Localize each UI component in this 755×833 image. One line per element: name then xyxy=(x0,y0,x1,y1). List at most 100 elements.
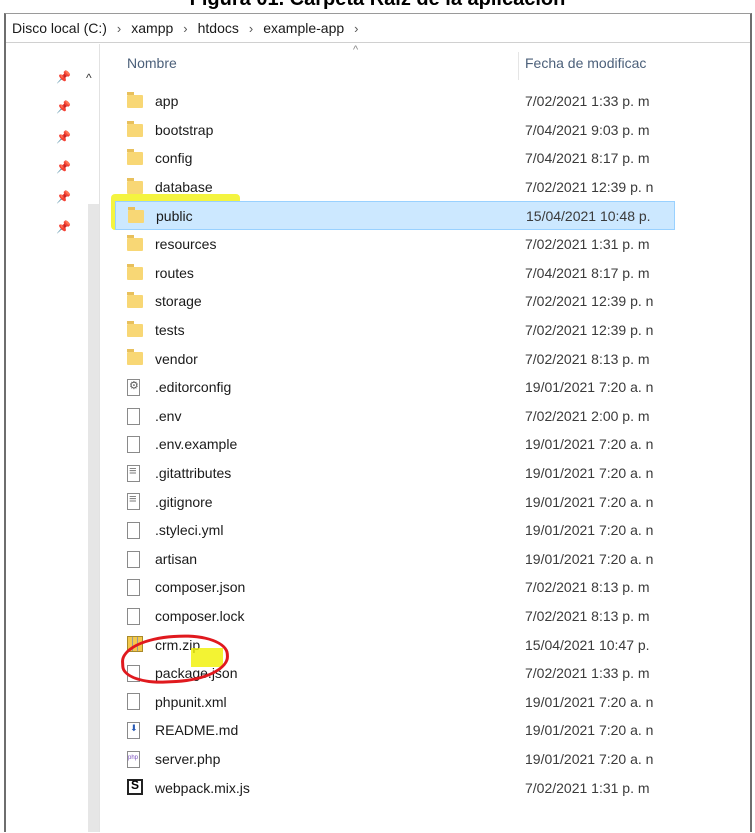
file-icon xyxy=(127,693,140,711)
file-row[interactable]: .env.example 19/01/2021 7:20 a. n xyxy=(115,430,675,459)
file-date: 7/02/2021 1:33 p. m xyxy=(525,665,650,682)
chevron-right-icon[interactable]: › xyxy=(348,21,364,36)
file-row[interactable]: phpunit.xml 19/01/2021 7:20 a. n xyxy=(115,687,675,716)
pin-icon[interactable]: 📌 xyxy=(56,220,71,234)
file-name: bootstrap xyxy=(155,121,214,138)
file-date: 19/01/2021 7:20 a. n xyxy=(525,522,654,539)
file-name: routes xyxy=(155,264,194,281)
file-row[interactable]: public 15/04/2021 10:48 p. xyxy=(115,201,675,230)
gear-file-icon xyxy=(127,378,140,396)
file-row[interactable]: config 7/04/2021 8:17 p. m xyxy=(115,144,675,173)
file-row[interactable]: README.md 19/01/2021 7:20 a. n xyxy=(115,716,675,745)
folder-icon xyxy=(127,92,143,108)
pin-icon[interactable]: 📌 xyxy=(56,160,71,174)
file-date: 19/01/2021 7:20 a. n xyxy=(525,550,654,567)
file-date: 19/01/2021 7:20 a. n xyxy=(525,493,654,510)
folder-icon xyxy=(127,120,143,137)
file-date: 19/01/2021 7:20 a. n xyxy=(525,379,654,396)
file-name: phpunit.xml xyxy=(155,693,227,710)
breadcrumb-example-app[interactable]: example-app xyxy=(259,20,348,36)
file-date: 19/01/2021 7:20 a. n xyxy=(525,465,654,482)
js-file-icon xyxy=(127,778,143,796)
file-row[interactable]: artisan 19/01/2021 7:20 a. n xyxy=(115,545,675,574)
file-name: public xyxy=(156,207,193,224)
file-icon xyxy=(127,436,140,454)
file-row[interactable]: webpack.mix.js 7/02/2021 1:31 p. m xyxy=(115,773,675,802)
file-date: 7/04/2021 9:03 p. m xyxy=(525,121,650,138)
file-row[interactable]: bootstrap 7/04/2021 9:03 p. m xyxy=(115,116,675,145)
file-date: 7/02/2021 12:39 p. n xyxy=(525,179,654,196)
yml-file-icon xyxy=(127,521,140,539)
file-date: 19/01/2021 7:20 a. n xyxy=(525,436,654,453)
folder-icon xyxy=(127,149,143,166)
chevron-right-icon: › xyxy=(248,20,254,36)
pin-icon[interactable]: 📌 xyxy=(56,100,71,114)
file-date: 19/01/2021 7:20 a. n xyxy=(525,722,654,739)
navigation-pane: ^ 📌 📌 📌 📌 📌 📌 xyxy=(6,44,100,832)
folder-icon xyxy=(127,292,143,309)
markdown-file-icon xyxy=(127,722,140,740)
file-row[interactable]: .gitattributes 19/01/2021 7:20 a. n xyxy=(115,459,675,488)
file-row[interactable]: app 7/02/2021 1:33 p. m xyxy=(115,87,675,116)
chevron-right-icon: › xyxy=(183,20,188,36)
file-row[interactable]: .editorconfig 19/01/2021 7:20 a. n xyxy=(115,373,675,402)
file-list: app 7/02/2021 1:33 p. m bootstrap 7/04/2021… xyxy=(115,87,675,802)
file-name: README.md xyxy=(155,722,239,739)
folder-icon xyxy=(127,234,143,251)
file-date: 19/01/2021 7:20 a. n xyxy=(525,750,654,767)
file-row[interactable]: tests 7/02/2021 12:39 p. n xyxy=(115,316,675,345)
text-file-icon xyxy=(127,491,140,511)
file-row[interactable]: composer.json 7/02/2021 8:13 p. m xyxy=(115,573,675,602)
file-row[interactable]: .styleci.yml 19/01/2021 7:20 a. n xyxy=(115,516,675,545)
file-icon xyxy=(127,550,140,568)
column-divider[interactable] xyxy=(518,52,519,80)
file-name: artisan xyxy=(155,550,198,567)
file-name: composer.lock xyxy=(155,607,245,624)
folder-icon xyxy=(127,349,143,366)
file-row[interactable]: database 7/02/2021 12:39 p. n xyxy=(115,173,675,202)
chevron-right-icon: › xyxy=(116,20,122,36)
pin-icon[interactable]: 📌 xyxy=(56,130,71,144)
file-name: webpack.mix.js xyxy=(155,779,250,796)
file-name: storage xyxy=(155,293,202,310)
file-name: server.php xyxy=(155,750,221,767)
file-name: vendor xyxy=(155,350,198,367)
file-name: .editorconfig xyxy=(155,379,232,396)
scroll-up-icon[interactable]: ^ xyxy=(86,71,92,85)
folder-icon xyxy=(127,320,143,337)
file-row[interactable]: routes 7/04/2021 8:17 p. m xyxy=(115,259,675,288)
breadcrumb-xampp[interactable]: xampp xyxy=(127,20,177,36)
file-date: 19/01/2021 7:20 a. n xyxy=(525,693,654,710)
file-date: 7/04/2021 8:17 p. m xyxy=(525,264,650,281)
file-name: .env.example xyxy=(155,436,238,453)
file-row[interactable]: resources 7/02/2021 1:31 p. m xyxy=(115,230,675,259)
file-row[interactable]: .env 7/02/2021 2:00 p. m xyxy=(115,402,675,431)
file-date: 7/02/2021 1:31 p. m xyxy=(525,779,650,796)
breadcrumb-htdocs[interactable]: htdocs xyxy=(194,20,243,36)
file-row[interactable]: storage 7/02/2021 12:39 p. n xyxy=(115,287,675,316)
column-name-header[interactable]: Nombre xyxy=(127,55,177,71)
address-bar[interactable]: Disco local (C:) › xampp › htdocs › exam… xyxy=(6,14,750,43)
file-icon xyxy=(127,607,140,625)
file-date: 7/02/2021 2:00 p. m xyxy=(525,407,650,424)
file-row[interactable]: server.php 19/01/2021 7:20 a. n xyxy=(115,745,675,774)
pin-icon[interactable]: 📌 xyxy=(56,70,71,84)
file-date: 7/02/2021 8:13 p. m xyxy=(525,350,650,367)
pin-icon[interactable]: 📌 xyxy=(56,190,71,204)
file-row[interactable]: composer.lock 7/02/2021 8:13 p. m xyxy=(115,602,675,631)
file-row[interactable]: vendor 7/02/2021 8:13 p. m xyxy=(115,344,675,373)
file-date: 7/02/2021 1:33 p. m xyxy=(525,93,650,110)
file-date: 7/02/2021 8:13 p. m xyxy=(525,579,650,596)
folder-icon xyxy=(127,177,143,194)
column-date-header[interactable]: Fecha de modificac xyxy=(525,55,675,71)
file-row[interactable]: .gitignore 19/01/2021 7:20 a. n xyxy=(115,487,675,516)
column-header: ^ Nombre Fecha de modificac xyxy=(115,44,675,80)
json-file-icon xyxy=(127,579,140,597)
file-name: tests xyxy=(155,322,185,339)
nav-scrollbar[interactable] xyxy=(88,204,99,832)
breadcrumb-disco-local[interactable]: Disco local (C:) xyxy=(8,20,111,36)
file-name: config xyxy=(155,150,193,167)
file-name: .gitattributes xyxy=(155,465,232,482)
file-date: 7/02/2021 12:39 p. n xyxy=(525,322,654,339)
file-date: 7/04/2021 8:17 p. m xyxy=(525,150,650,167)
